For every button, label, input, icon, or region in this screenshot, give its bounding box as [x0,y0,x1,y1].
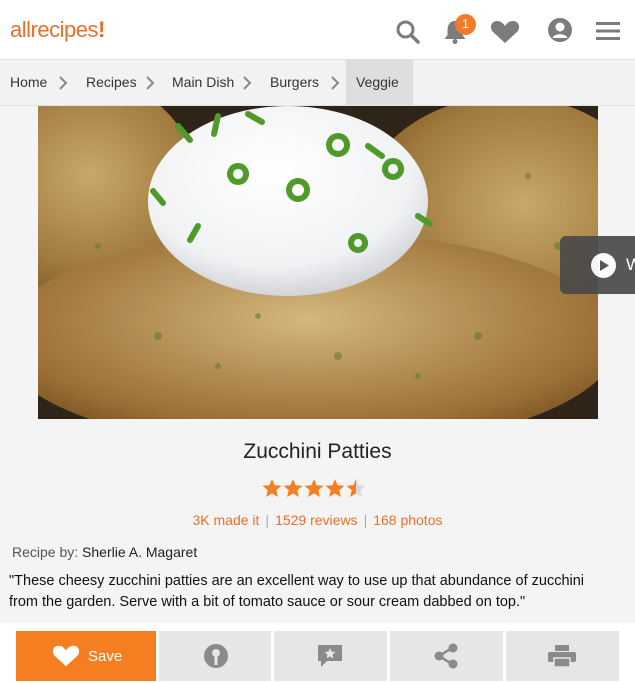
video-button[interactable]: W [560,236,635,294]
user-icon[interactable] [547,17,573,43]
site-header: allrecipes! 1 [0,0,635,60]
notification-badge: 1 [455,14,476,35]
breadcrumb-veggie[interactable]: Veggie [346,60,413,105]
save-label: Save [88,648,123,665]
author-name[interactable]: Sherlie A. Magaret [82,544,197,560]
made-it-count[interactable]: 3K made it [192,512,259,528]
video-label: W [626,255,635,274]
pin-icon [204,644,228,668]
rating-stars[interactable] [262,478,372,500]
heart-icon [52,645,80,667]
logo-bang: ! [97,17,105,42]
recipe-photo[interactable] [38,106,598,419]
heart-icon[interactable] [490,20,520,44]
recipe-by-label: Recipe by: [12,544,79,560]
allrecipes-logo[interactable]: allrecipes! [10,17,105,43]
recipe-stats: 3K made it | 1529 reviews | 168 photos [192,512,443,528]
breadcrumb-main-dish[interactable]: Main Dish [172,60,234,105]
chevron-right-icon [243,76,252,90]
description-line: from the garden. Serve with a bit of tom… [9,594,526,610]
breadcrumb-burgers[interactable]: Burgers [270,60,319,105]
search-icon[interactable] [395,19,421,45]
print-button[interactable] [506,631,619,681]
chevron-right-icon [146,76,155,90]
menu-icon[interactable] [596,21,620,41]
play-icon [591,253,616,278]
share-icon [434,643,458,669]
star-icon [262,479,366,497]
save-button[interactable]: Save [16,631,156,681]
recipe-description: "These cheesy zucchini patties are an ex… [9,571,629,613]
review-button[interactable] [274,631,387,681]
review-icon [318,645,342,667]
breadcrumb-home[interactable]: Home [10,60,47,105]
recipe-author: Recipe by: Sherlie A. Magaret [12,544,197,560]
reviews-link[interactable]: 1529 reviews [275,512,358,528]
print-icon [548,645,576,668]
chevron-right-icon [331,76,340,90]
made-it-button[interactable] [159,631,271,681]
recipe-title: Zucchini Patties [243,440,392,463]
zucchini-patties-photo [38,106,598,419]
description-line: "These cheesy zucchini patties are an ex… [9,573,585,589]
share-button[interactable] [390,631,503,681]
breadcrumb-recipes[interactable]: Recipes [86,60,137,105]
logo-text: allrecipes [10,17,98,42]
photos-link[interactable]: 168 photos [373,512,442,528]
chevron-right-icon [59,76,68,90]
action-bar: Save [0,623,635,683]
breadcrumb: Home Recipes Main Dish Burgers Veggie [0,60,635,106]
